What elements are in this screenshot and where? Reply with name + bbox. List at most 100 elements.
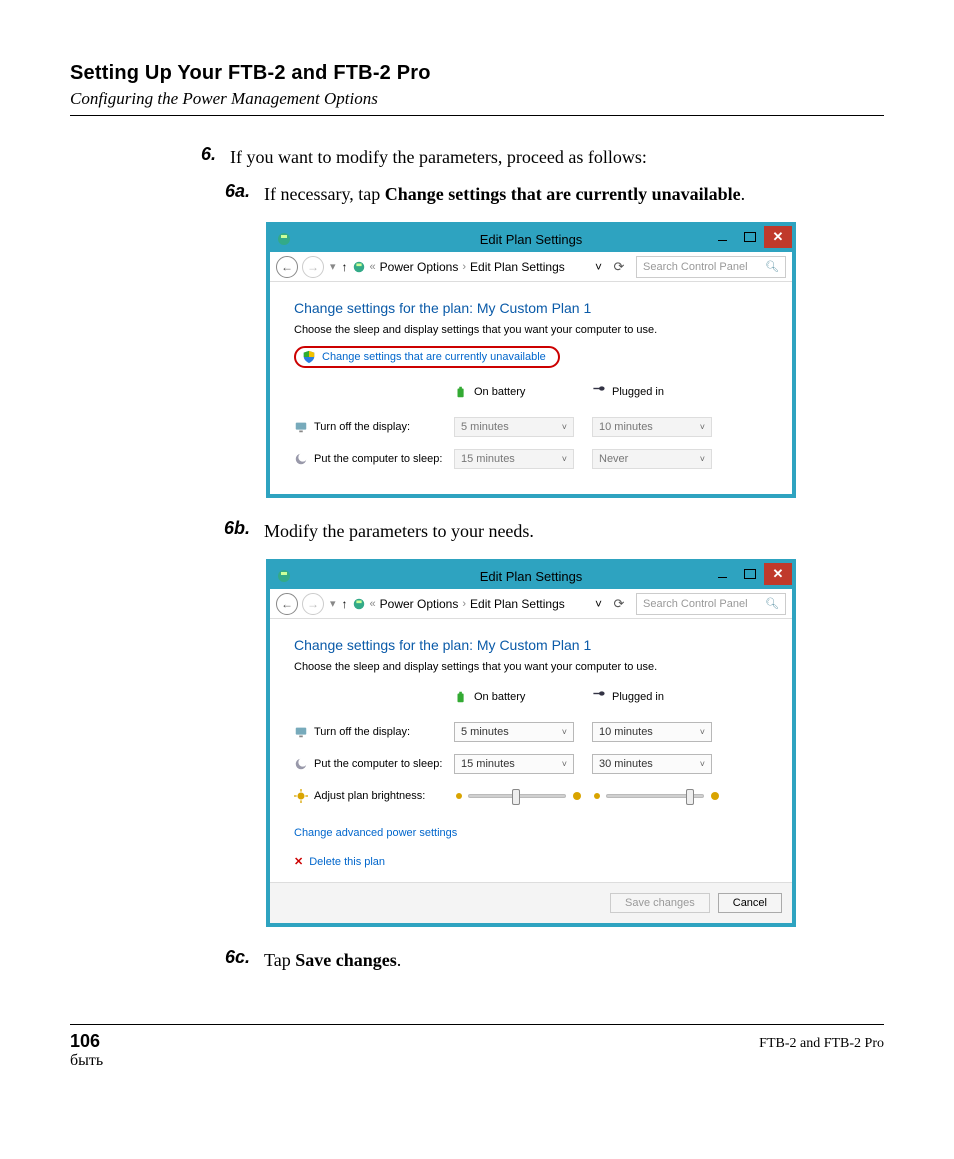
chevron-down-icon: ˅: [562, 727, 567, 737]
page-footer: 106 FTB-2 and FTB-2 Pro: [70, 1024, 884, 1052]
combo-value: 15 minutes: [461, 453, 515, 465]
display-plugged-combo[interactable]: 10 minutes˅: [592, 722, 712, 742]
breadcrumb-path[interactable]: « Power Options › Edit Plan Settings: [370, 597, 591, 611]
header-battery-text: On battery: [474, 691, 525, 703]
step-6b: 6b. Modify the parameters to your needs.: [218, 518, 884, 545]
plan-heading: Change settings for the plan: My Custom …: [294, 637, 772, 653]
up-button[interactable]: ↑: [342, 597, 348, 611]
change-unavailable-link[interactable]: Change settings that are currently unava…: [322, 351, 546, 363]
header-plugged-text: Plugged in: [612, 691, 664, 703]
plan-heading: Change settings for the plan: My Custom …: [294, 300, 772, 316]
dropdown-icon[interactable]: ▾: [328, 260, 338, 273]
moon-icon: [294, 452, 308, 466]
window-controls: ✕: [708, 563, 792, 585]
substep-text: Tap Save changes.: [264, 947, 401, 974]
row-display: Turn off the display: 5 minutes˅ 10 minu…: [294, 416, 772, 438]
search-input[interactable]: Search Control Panel 🔍︎: [636, 593, 786, 615]
row-sleep: Put the computer to sleep: 15 minutes ˅ 3…: [294, 753, 772, 775]
substep-number: 6c.: [218, 947, 250, 974]
sleep-battery-combo[interactable]: 15 minutes ˅: [454, 754, 574, 774]
plug-icon: [592, 385, 606, 399]
search-input[interactable]: Search Control Panel 🔍︎: [636, 256, 786, 278]
change-unavailable-callout[interactable]: Change settings that are currently unava…: [294, 346, 560, 368]
chevron-down-icon: ˅: [700, 422, 705, 432]
display-plugged-combo[interactable]: 10 minutes ˅: [592, 417, 712, 437]
monitor-icon: [294, 420, 308, 434]
doc-subtitle: Configuring the Power Management Options: [70, 89, 884, 109]
minimize-button[interactable]: [708, 226, 736, 248]
window-title-text: Edit Plan Settings: [480, 232, 583, 247]
refresh-button[interactable]: ⟳: [610, 595, 628, 613]
path-dropdown-icon[interactable]: ˅: [595, 260, 602, 274]
forward-button[interactable]: →: [302, 256, 324, 278]
sun-small-icon: [454, 791, 464, 801]
back-button[interactable]: ←: [276, 256, 298, 278]
window-titlebar[interactable]: Edit Plan Settings ✕: [270, 563, 792, 589]
product-name: FTB-2 and FTB-2 Pro: [759, 1036, 884, 1052]
column-header-battery: On battery: [454, 382, 584, 402]
window-edit-plan-2: Edit Plan Settings ✕ ← → ▾ ↑ « Power Opt…: [266, 559, 796, 927]
breadcrumb-seg1[interactable]: Power Options: [380, 260, 459, 274]
delete-plan-link[interactable]: ✕ Delete this plan: [294, 855, 772, 868]
text-tail: .: [741, 184, 746, 204]
row-display: Turn off the display: 5 minutes˅ 10 minu…: [294, 721, 772, 743]
doc-title: Setting Up Your FTB-2 and FTB-2 Pro: [70, 62, 884, 85]
moon-icon: [294, 757, 308, 771]
brightness-battery-slider[interactable]: [454, 786, 584, 806]
settings-columns: On battery Plugged in: [294, 687, 772, 721]
display-battery-combo[interactable]: 5 minutes˅: [454, 417, 574, 437]
breadcrumb-seg2[interactable]: Edit Plan Settings: [470, 260, 565, 274]
sleep-plugged-combo[interactable]: 30 minutes˅: [592, 754, 712, 774]
brightness-plugged-slider[interactable]: [592, 786, 722, 806]
save-changes-button[interactable]: Save changes: [610, 893, 710, 913]
breadcrumb-path[interactable]: « Power Options › Edit Plan Settings: [370, 260, 591, 274]
breadcrumb-seg1[interactable]: Power Options: [380, 597, 459, 611]
forward-button[interactable]: →: [302, 593, 324, 615]
window-edit-plan-1: Edit Plan Settings ✕ ← → ▾ ↑ « Power Opt…: [266, 222, 796, 498]
sun-large-icon: [708, 789, 722, 803]
battery-icon: [454, 690, 468, 704]
display-battery-combo[interactable]: 5 minutes ˅: [454, 722, 574, 742]
dropdown-icon[interactable]: ▾: [328, 597, 338, 610]
step-number: 6.: [188, 144, 216, 171]
step-6: 6. If you want to modify the parameters,…: [188, 144, 884, 171]
substep-text: If necessary, tap Change settings that a…: [264, 181, 745, 208]
minimize-button[interactable]: [708, 563, 736, 585]
breadcrumb-seg2[interactable]: Edit Plan Settings: [470, 597, 565, 611]
sleep-battery-combo[interactable]: 15 minutes˅: [454, 449, 574, 469]
sun-icon: [294, 789, 308, 803]
back-button[interactable]: ←: [276, 593, 298, 615]
window-titlebar[interactable]: Edit Plan Settings ✕: [270, 226, 792, 252]
advanced-settings-link[interactable]: Change advanced power settings: [294, 827, 772, 839]
sleep-plugged-combo[interactable]: Never˅: [592, 449, 712, 469]
power-icon: [352, 597, 366, 611]
sun-small-icon: [592, 791, 602, 801]
search-icon: 🔍︎: [765, 260, 779, 273]
chevron-down-icon: ˅: [700, 454, 705, 464]
plan-description: Choose the sleep and display settings th…: [294, 324, 772, 336]
power-icon: [352, 260, 366, 274]
combo-value: 10 minutes: [599, 421, 653, 433]
chevron-down-icon: ˅: [562, 759, 567, 769]
close-button[interactable]: ✕: [764, 226, 792, 248]
maximize-button[interactable]: [736, 563, 764, 585]
cancel-button[interactable]: Cancel: [718, 893, 782, 913]
settings-columns: On battery Plugged in: [294, 382, 772, 416]
close-button[interactable]: ✕: [764, 563, 792, 585]
column-header-plugged: Plugged in: [592, 382, 722, 402]
window-icon: [276, 568, 292, 584]
substep-number: 6b.: [218, 518, 250, 545]
step-6c: 6c. Tap Save changes.: [218, 947, 884, 974]
maximize-button[interactable]: [736, 226, 764, 248]
combo-value: 15 minutes: [461, 758, 515, 770]
plan-description: Choose the sleep and display settings th…: [294, 661, 772, 673]
step-6a: 6a. If necessary, tap Change settings th…: [218, 181, 884, 208]
row-sleep-label: Put the computer to sleep:: [314, 758, 442, 770]
column-header-plugged: Plugged in: [592, 687, 722, 707]
refresh-button[interactable]: ⟳: [610, 258, 628, 276]
combo-value: 5 minutes: [461, 726, 509, 738]
up-button[interactable]: ↑: [342, 260, 348, 274]
window-body: Change settings for the plan: My Custom …: [270, 619, 792, 882]
delete-icon: ✕: [294, 855, 303, 868]
path-dropdown-icon[interactable]: ˅: [595, 597, 602, 611]
